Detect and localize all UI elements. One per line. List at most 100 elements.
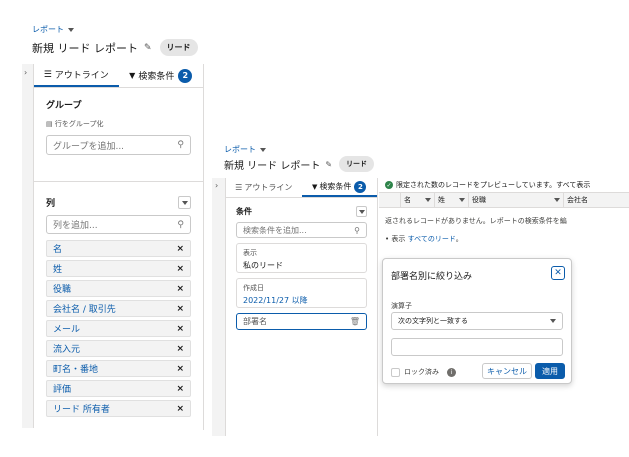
remove-icon[interactable]: × xyxy=(176,404,184,414)
column-item-label: 姓 xyxy=(53,265,63,275)
chevron-right-icon[interactable]: › xyxy=(215,181,218,190)
column-item[interactable]: 姓 × xyxy=(46,260,191,277)
filter-value-input[interactable] xyxy=(391,338,563,356)
chevron-down-icon[interactable] xyxy=(425,198,431,202)
filter-count-badge: 2 xyxy=(354,180,367,193)
chevron-down-icon xyxy=(358,209,365,214)
grid-col-company[interactable]: 会社名 xyxy=(564,195,629,205)
column-item-label: 町名・番地 xyxy=(53,365,99,375)
column-item-label: 会社名 / 取引先 xyxy=(53,305,116,315)
chevron-down-icon[interactable] xyxy=(68,27,74,32)
list-icon: ☰ xyxy=(43,69,52,80)
chevron-down-icon[interactable] xyxy=(260,147,266,152)
report-type-badge: リード xyxy=(159,39,198,56)
remove-icon[interactable]: × xyxy=(176,364,184,374)
chevron-down-icon xyxy=(181,200,188,205)
filter-icon: ▼ xyxy=(129,71,136,80)
filters-menu-button[interactable] xyxy=(356,206,367,217)
front-filters-panel: ☰ アウトライン ▼ 検索条件 2 条件 検索条件を追加... ⚲ 表示 私のリード… xyxy=(226,178,378,436)
empty-message: 返されるレコードがありません。レポートの検索条件を編 xyxy=(385,217,567,225)
grid-col-last-name[interactable]: 姓 xyxy=(435,193,469,207)
remove-icon[interactable]: × xyxy=(176,324,184,334)
pencil-icon[interactable]: ✎ xyxy=(144,43,152,53)
popover-title: 部署名別に絞り込み xyxy=(391,272,473,282)
search-icon: ⚲ xyxy=(354,225,360,235)
columns-menu-button[interactable] xyxy=(178,196,191,209)
column-item[interactable]: 会社名 / 取引先 × xyxy=(46,300,191,317)
column-item[interactable]: リード 所有者 × xyxy=(46,400,191,417)
info-icon[interactable]: i xyxy=(447,367,456,377)
table-icon: ▤ xyxy=(46,120,53,128)
group-add-input[interactable]: グループを追加... ⚲ xyxy=(46,135,191,155)
column-item[interactable]: 評価 × xyxy=(46,380,191,397)
tab-outline[interactable]: ☰ アウトライン xyxy=(226,178,302,197)
filter-count-badge: 2 xyxy=(178,68,193,83)
operator-label: 演算子 xyxy=(391,302,412,310)
column-item[interactable]: 役職 × xyxy=(46,280,191,297)
tab-filters[interactable]: ▼ 検索条件 2 xyxy=(301,178,377,197)
chevron-down-icon xyxy=(550,319,556,323)
columns-add-input[interactable]: 列を追加... ⚲ xyxy=(46,215,191,234)
page-title: 新規 リード レポート xyxy=(32,41,138,55)
columns-heading: 列 xyxy=(46,199,56,209)
column-item[interactable]: 流入元 × xyxy=(46,340,191,357)
front-panel-tabs: ☰ アウトライン ▼ 検索条件 2 xyxy=(226,178,377,198)
close-button[interactable]: ✕ xyxy=(551,266,565,280)
filter-add-input[interactable]: 検索条件を追加... ⚲ xyxy=(236,222,367,238)
column-item-label: 名 xyxy=(53,245,63,255)
remove-icon[interactable]: × xyxy=(176,384,184,394)
filter-card-show[interactable]: 表示 私のリード xyxy=(236,243,367,273)
pencil-icon[interactable]: ✎ xyxy=(325,160,332,169)
filter-card-department[interactable]: 部署名 🗑 xyxy=(236,313,367,330)
apply-button[interactable]: 適用 xyxy=(535,363,565,379)
chevron-right-icon[interactable]: › xyxy=(24,68,27,77)
chevron-down-icon[interactable] xyxy=(554,198,560,202)
filters-heading: 条件 xyxy=(236,207,252,216)
column-item-label: 流入元 xyxy=(53,345,81,355)
grid-col-first-name[interactable]: 名 xyxy=(401,193,435,207)
all-leads-link[interactable]: すべてのリード xyxy=(408,235,456,243)
back-outline-panel: ☰ アウトライン ▼ 検索条件 2 グループ ▤ 行をグループ化 グループを追加..… xyxy=(34,64,204,430)
panel-collapse-strip: › xyxy=(212,178,226,436)
grid-header: 名 姓 役職 会社名 xyxy=(379,192,629,208)
column-item-label: 役職 xyxy=(53,285,72,295)
check-circle-icon: ✓ xyxy=(385,181,393,189)
search-icon: ⚲ xyxy=(177,140,184,150)
tab-filters[interactable]: ▼ 検索条件 2 xyxy=(119,64,204,87)
remove-icon[interactable]: × xyxy=(176,284,184,294)
panel-collapse-strip: › xyxy=(22,64,34,428)
groups-heading: グループ xyxy=(46,101,82,111)
page-title: 新規 リード レポート xyxy=(224,160,321,172)
front-header: レポート 新規 リード レポート ✎ リード xyxy=(220,138,629,178)
remove-icon[interactable]: × xyxy=(176,264,184,274)
filter-card-created-date[interactable]: 作成日 2022/11/27 以降 xyxy=(236,278,367,308)
breadcrumb[interactable]: レポート xyxy=(224,144,266,155)
remove-icon[interactable]: × xyxy=(176,244,184,254)
back-panel-tabs: ☰ アウトライン ▼ 検索条件 2 xyxy=(34,64,203,88)
columns-list: 名 × 姓 × 役職 × 会社名 / 取引先 × メール × 流入元 × 町名・番地 × 評価 × リード 所有… xyxy=(46,240,191,417)
page-title-row: 新規 リード レポート ✎ リード xyxy=(32,39,198,56)
breadcrumb[interactable]: レポート xyxy=(32,24,74,35)
search-icon: ⚲ xyxy=(177,219,184,230)
remove-icon[interactable]: × xyxy=(176,304,184,314)
chevron-down-icon[interactable] xyxy=(459,198,465,202)
breadcrumb-label[interactable]: レポート xyxy=(32,25,64,34)
close-icon: ✕ xyxy=(554,268,562,278)
columns-section: 列 列を追加... ⚲ 名 × 姓 × 役職 × 会社名 / 取引先 × メール × 流入元 × 町名・… xyxy=(34,188,203,417)
cancel-button[interactable]: キャンセル xyxy=(482,363,532,379)
report-type-badge: リード xyxy=(339,156,375,172)
column-item[interactable]: 名 × xyxy=(46,240,191,257)
column-item[interactable]: 町名・番地 × xyxy=(46,360,191,377)
trash-icon[interactable]: 🗑 xyxy=(350,317,360,326)
lock-checkbox[interactable] xyxy=(391,367,400,377)
column-item-label: メール xyxy=(53,325,81,335)
operator-select[interactable]: 次の文字列と一致する xyxy=(391,312,563,330)
remove-icon[interactable]: × xyxy=(176,344,184,354)
grid-col-title[interactable]: 役職 xyxy=(469,193,564,207)
tab-outline[interactable]: ☰ アウトライン xyxy=(34,64,119,87)
filter-icon: ▼ xyxy=(312,182,318,191)
group-rows-label-row: ▤ 行をグループ化 xyxy=(46,120,104,128)
column-item[interactable]: メール × xyxy=(46,320,191,337)
list-icon: ☰ xyxy=(235,183,243,192)
page-title-row: 新規 リード レポート ✎ リード xyxy=(224,156,375,172)
